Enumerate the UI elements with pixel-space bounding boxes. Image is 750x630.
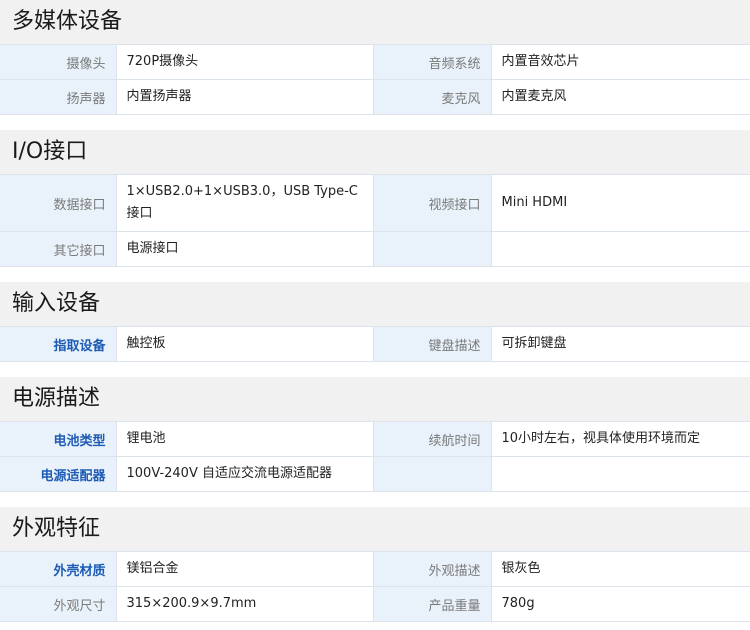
spec-value: 电源接口 [116,231,374,267]
spec-key: 产品重量 [373,586,492,622]
spec-key: 外观描述 [373,551,492,587]
section-power: 电源描述 电池类型 锂电池 续航时间 10小时左右，视具体使用环境而定 电源适配… [0,377,750,507]
spec-key: 指取设备 [0,326,117,362]
spec-value: 780g [491,586,750,622]
spec-key: 电池类型 [0,421,117,457]
spec-key: 键盘描述 [373,326,492,362]
spec-value [491,231,750,267]
section-io: I/O接口 数据接口 1×USB2.0+1×USB3.0，USB Type-C接… [0,130,750,282]
spec-row: 扬声器 内置扬声器 麦克风 内置麦克风 [0,79,750,115]
spec-key [373,231,492,267]
spec-key: 外壳材质 [0,551,117,587]
section-multimedia: 多媒体设备 摄像头 720P摄像头 音频系统 内置音效芯片 扬声器 内置扬声器 … [0,0,750,130]
spec-key: 续航时间 [373,421,492,457]
spec-value: 315×200.9×9.7mm [116,586,374,622]
spec-value: 100V-240V 自适应交流电源适配器 [116,456,374,492]
spec-value: 银灰色 [491,551,750,587]
spec-value [491,456,750,492]
section-title: I/O接口 [0,130,750,174]
spec-row: 电池类型 锂电池 续航时间 10小时左右，视具体使用环境而定 [0,421,750,457]
spec-row: 摄像头 720P摄像头 音频系统 内置音效芯片 [0,44,750,80]
spec-value: Mini HDMI [491,174,750,232]
spec-key: 外观尺寸 [0,586,117,622]
spec-value: 锂电池 [116,421,374,457]
spec-table: 指取设备 触控板 键盘描述 可拆卸键盘 [0,326,750,362]
spec-key: 电源适配器 [0,456,117,492]
section-input: 输入设备 指取设备 触控板 键盘描述 可拆卸键盘 [0,282,750,377]
spec-key: 音频系统 [373,44,492,80]
section-title: 外观特征 [0,507,750,551]
spec-key: 麦克风 [373,79,492,115]
spec-value: 可拆卸键盘 [491,326,750,362]
spec-row: 其它接口 电源接口 [0,231,750,267]
spec-row: 外壳材质 镁铝合金 外观描述 银灰色 [0,551,750,587]
spec-value: 内置音效芯片 [491,44,750,80]
spec-key: 摄像头 [0,44,117,80]
spec-key: 其它接口 [0,231,117,267]
spec-value: 内置扬声器 [116,79,374,115]
section-title: 多媒体设备 [0,0,750,44]
spec-value: 1×USB2.0+1×USB3.0，USB Type-C接口 [116,174,374,232]
spec-row: 数据接口 1×USB2.0+1×USB3.0，USB Type-C接口 视频接口… [0,174,750,232]
spec-table: 电池类型 锂电池 续航时间 10小时左右，视具体使用环境而定 电源适配器 100… [0,421,750,492]
spec-table: 外壳材质 镁铝合金 外观描述 银灰色 外观尺寸 315×200.9×9.7mm … [0,551,750,622]
section-title: 输入设备 [0,282,750,326]
section-title: 电源描述 [0,377,750,421]
section-appearance: 外观特征 外壳材质 镁铝合金 外观描述 银灰色 外观尺寸 315×200.9×9… [0,507,750,622]
spec-table: 数据接口 1×USB2.0+1×USB3.0，USB Type-C接口 视频接口… [0,174,750,267]
spec-key [373,456,492,492]
spec-value: 触控板 [116,326,374,362]
spec-row: 电源适配器 100V-240V 自适应交流电源适配器 [0,456,750,492]
spec-value: 镁铝合金 [116,551,374,587]
spec-table: 摄像头 720P摄像头 音频系统 内置音效芯片 扬声器 内置扬声器 麦克风 内置… [0,44,750,115]
spec-key: 视频接口 [373,174,492,232]
spec-value: 720P摄像头 [116,44,374,80]
spec-value: 内置麦克风 [491,79,750,115]
spec-row: 指取设备 触控板 键盘描述 可拆卸键盘 [0,326,750,362]
spec-row: 外观尺寸 315×200.9×9.7mm 产品重量 780g [0,586,750,622]
spec-key: 数据接口 [0,174,117,232]
spec-value: 10小时左右，视具体使用环境而定 [491,421,750,457]
spec-key: 扬声器 [0,79,117,115]
